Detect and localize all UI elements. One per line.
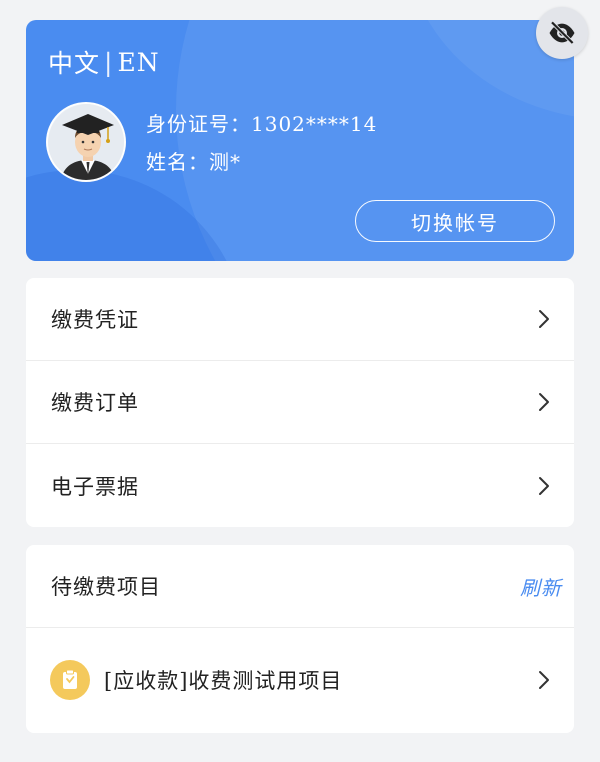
pending-title: 待缴费项目 (51, 575, 161, 599)
chevron-right-icon (538, 392, 552, 412)
id-number-value: 1302****14 (251, 112, 378, 136)
id-number-row: 身份证号：1302****14 (146, 108, 377, 137)
chevron-right-icon (538, 309, 552, 329)
name-row: 姓名：测* (146, 146, 241, 175)
chevron-right-icon (538, 670, 552, 690)
id-number-label: 身份证号： (146, 112, 251, 136)
language-switch: 中文 | EN (48, 44, 160, 80)
lang-separator: | (104, 47, 114, 77)
pending-item[interactable]: [应收款]收费测试用项目 (26, 628, 574, 732)
chevron-right-icon (538, 476, 552, 496)
pending-header: 待缴费项目 刷新 (26, 545, 574, 628)
eye-off-icon (549, 20, 575, 45)
lang-zh-option[interactable]: 中文 (48, 44, 100, 80)
profile-card: 中文 | EN 身份证号：1302****14 姓名：测* 切换帐号 (26, 20, 574, 261)
menu-item-payment-voucher[interactable]: 缴费凭证 (26, 278, 574, 361)
pending-item-label: [应收款]收费测试用项目 (104, 669, 343, 693)
menu-item-payment-orders[interactable]: 缴费订单 (26, 361, 574, 444)
privacy-toggle-button[interactable] (536, 7, 588, 59)
name-value: 测* (209, 150, 241, 174)
clipboard-icon (50, 660, 90, 700)
graduate-avatar-icon (48, 104, 124, 180)
menu-item-label: 缴费订单 (51, 391, 139, 415)
refresh-link[interactable]: 刷新 (520, 572, 562, 601)
avatar (46, 102, 126, 182)
name-label: 姓名： (146, 150, 209, 174)
lang-en-option[interactable]: EN (117, 48, 159, 77)
menu-item-label: 电子票据 (51, 474, 139, 499)
menu-item-label: 缴费凭证 (51, 308, 139, 332)
menu-card: 缴费凭证 缴费订单 电子票据 (26, 278, 574, 527)
pending-payments-card: 待缴费项目 刷新 [应收款]收费测试用项目 (26, 545, 574, 733)
menu-item-e-receipts[interactable]: 电子票据 (26, 444, 574, 527)
switch-account-button[interactable]: 切换帐号 (355, 200, 555, 242)
